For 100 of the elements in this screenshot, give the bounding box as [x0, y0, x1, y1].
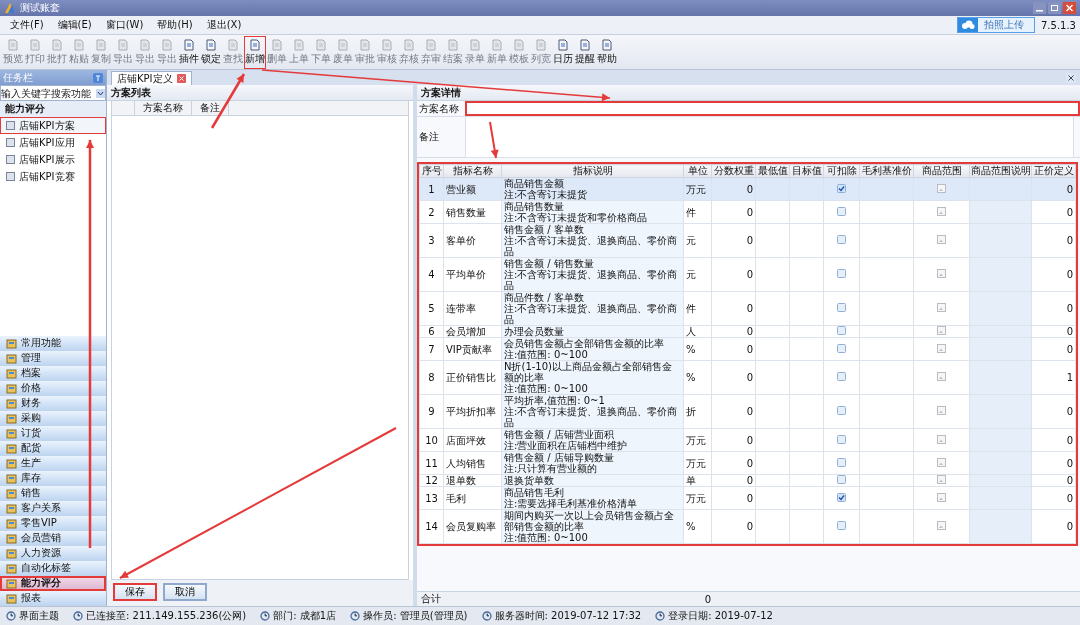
checkbox[interactable]	[837, 183, 846, 193]
module-button[interactable]: 报表	[0, 591, 106, 606]
module-button[interactable]: 配货	[0, 441, 106, 456]
image-icon[interactable]	[937, 406, 946, 415]
indicator-description: 退换货单数	[504, 475, 555, 486]
module-button[interactable]: 自动化标签	[0, 561, 106, 576]
toolbar-button[interactable]: 帮助	[596, 35, 618, 69]
menu-item[interactable]: 帮助(H)	[151, 18, 199, 32]
name-field[interactable]	[465, 101, 1080, 116]
image-icon[interactable]	[937, 183, 946, 193]
remark-field[interactable]	[465, 116, 1074, 158]
checkbox[interactable]	[837, 434, 846, 444]
document-tab[interactable]: 店铺KPI定义	[111, 71, 192, 85]
close-icon[interactable]	[1063, 2, 1076, 14]
image-icon[interactable]	[937, 372, 946, 381]
image-icon[interactable]	[937, 492, 946, 502]
module-button[interactable]: 会员营销	[0, 531, 106, 546]
module-button[interactable]: 财务	[0, 396, 106, 411]
search-field[interactable]: 输入关键字搜索功能	[0, 85, 106, 101]
toolbar-button[interactable]: 日历	[552, 35, 574, 69]
document-icon	[139, 38, 151, 51]
form-button[interactable]: 保存	[113, 583, 157, 601]
image-icon[interactable]	[937, 326, 946, 335]
checkbox[interactable]	[837, 406, 846, 415]
module-button[interactable]: 采购	[0, 411, 106, 426]
sidebar-item[interactable]: 店铺KPI方案	[0, 117, 106, 134]
column-header: 商品范围说明	[969, 164, 1032, 178]
checkbox[interactable]	[837, 326, 846, 335]
status-text: 已连接至: 211.149.155.236(公网)	[86, 609, 247, 623]
document-icon	[117, 38, 129, 51]
image-icon[interactable]	[937, 269, 946, 278]
image-icon[interactable]	[937, 303, 946, 312]
toolbar-button[interactable]: 提醒	[574, 35, 596, 69]
checkbox[interactable]	[837, 372, 846, 381]
column-header: 指标名称	[443, 164, 502, 178]
indicator-description: 注:不含寄订未提货、退换商品、零价商品	[504, 303, 679, 325]
checkbox[interactable]	[837, 475, 846, 484]
document-icon	[403, 38, 415, 51]
module-button[interactable]: 客户关系	[0, 501, 106, 516]
checkbox[interactable]	[837, 492, 846, 502]
document-icon	[359, 38, 371, 51]
menu-item[interactable]: 退出(X)	[200, 18, 248, 32]
menu-item[interactable]: 窗口(W)	[99, 18, 150, 32]
checkbox[interactable]	[837, 206, 846, 216]
sidebar-item[interactable]: 店铺KPI展示	[0, 151, 106, 168]
menu-item[interactable]: 文件(F)	[4, 18, 50, 32]
module-button[interactable]: 管理	[0, 351, 106, 366]
module-button[interactable]: 生产	[0, 456, 106, 471]
upload-button[interactable]: 拍照上传	[957, 17, 1035, 33]
table-cell: 4	[419, 257, 444, 292]
checkbox[interactable]	[837, 303, 846, 312]
image-icon[interactable]	[937, 343, 946, 353]
form-button[interactable]: 取消	[163, 583, 207, 601]
restore-icon[interactable]	[1048, 2, 1061, 14]
folder-icon	[6, 517, 17, 529]
folder-icon	[6, 547, 17, 559]
module-button[interactable]: 零售VIP	[0, 516, 106, 531]
field-label: 方案名称	[418, 101, 460, 116]
image-icon[interactable]	[937, 521, 946, 530]
annotation-arrow	[489, 121, 499, 159]
folder-icon	[6, 337, 17, 349]
sidebar-item[interactable]: 店铺KPI竞赛	[0, 168, 106, 185]
status-text: 界面主题	[19, 609, 59, 623]
checkbox[interactable]	[837, 235, 846, 244]
module-button[interactable]: 档案	[0, 366, 106, 381]
checkbox[interactable]	[837, 457, 846, 467]
menu-item[interactable]: 编辑(E)	[51, 18, 98, 32]
module-button[interactable]: 库存	[0, 471, 106, 486]
image-icon[interactable]	[937, 475, 946, 484]
checkbox[interactable]	[837, 269, 846, 278]
module-button[interactable]: 人力资源	[0, 546, 106, 561]
minimize-icon[interactable]	[1033, 2, 1046, 14]
pin-icon[interactable]	[93, 72, 103, 83]
dropdown-caret-icon[interactable]	[96, 88, 105, 98]
sidebar-item[interactable]: 店铺KPI应用	[0, 134, 106, 151]
image-icon[interactable]	[937, 206, 946, 216]
module-button[interactable]: 能力评分	[0, 576, 106, 591]
table-cell: 0	[1031, 223, 1076, 258]
table-cell: 0	[1031, 394, 1076, 429]
image-icon[interactable]	[937, 235, 946, 244]
column-header: 可扣除	[823, 164, 860, 178]
image-icon[interactable]	[937, 457, 946, 467]
module-button[interactable]: 价格	[0, 381, 106, 396]
module-button[interactable]: 常用功能	[0, 336, 106, 351]
checkbox[interactable]	[837, 521, 846, 530]
toolbar-button[interactable]: 新增	[244, 35, 266, 69]
module-button[interactable]: 订货	[0, 426, 106, 441]
toolbar-button[interactable]: 插件	[178, 35, 200, 69]
close-icon[interactable]	[176, 74, 186, 83]
folder-icon	[6, 592, 17, 604]
app-logo-icon	[4, 2, 16, 14]
toolbar-button[interactable]: 锁定	[200, 35, 222, 69]
checkbox[interactable]	[837, 343, 846, 353]
indicator-description: 平均折率,值范围: 0~1	[504, 395, 606, 406]
document-icon	[249, 38, 261, 51]
module-button[interactable]: 销售	[0, 486, 106, 501]
image-icon[interactable]	[937, 434, 946, 444]
status-text: 服务器时间: 2019-07-12 17:32	[494, 609, 642, 623]
close-icon[interactable]	[1066, 72, 1076, 83]
column-header: 序号	[419, 164, 444, 178]
